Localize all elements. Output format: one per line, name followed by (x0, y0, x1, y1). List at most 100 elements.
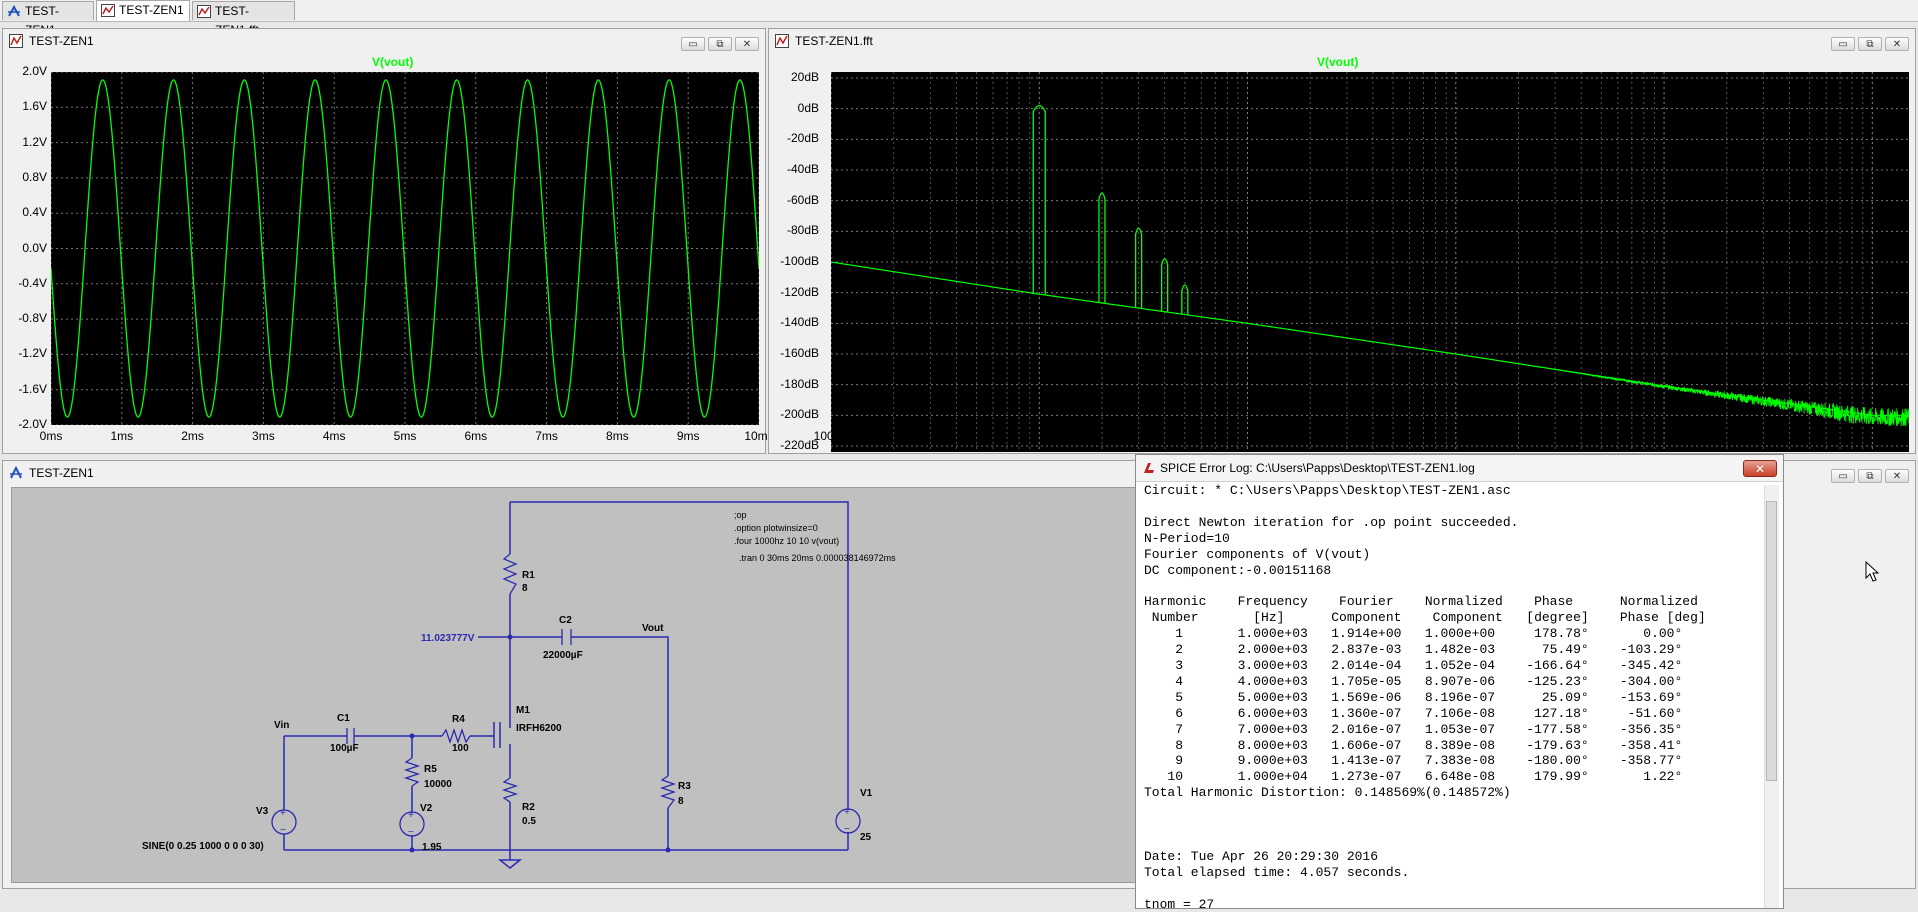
y-tick-label: 0.4V (22, 205, 47, 220)
waveform-icon (197, 5, 211, 18)
capacitor-c2 (561, 629, 572, 645)
scrollbar[interactable] (1764, 485, 1779, 908)
log-line: 10 1.000e+04 1.273e-07 6.648e-08 179.99°… (1144, 769, 1683, 785)
restore-button[interactable]: ⧉ (1858, 37, 1882, 51)
tab-waveform[interactable]: TEST-ZEN1 (96, 0, 190, 21)
y-tick-label: 0.0V (22, 240, 47, 255)
trace-name[interactable]: V(vout) (372, 55, 413, 69)
restore-button[interactable]: ⧉ (1858, 469, 1882, 483)
window-titlebar[interactable]: TEST-ZEN1 ▭ ⧉ ✕ (3, 29, 765, 53)
y-tick-label: -100dB (780, 254, 819, 268)
x-tick-label: 8ms (606, 429, 629, 443)
resistor-r5 (403, 757, 421, 787)
v1-value: 25 (860, 832, 872, 843)
log-line: Date: Tue Apr 26 20:29:30 2016 (1144, 848, 1379, 864)
close-button[interactable]: ✕ (1743, 460, 1777, 477)
y-tick-label: -0.4V (18, 275, 47, 290)
log-line: Fourier components of V(vout) (1144, 546, 1371, 562)
window-titlebar[interactable]: TEST-ZEN1.fft ▭ ⧉ ✕ (769, 29, 1915, 53)
directive-four: .four 1000hz 10 10 v(vout) (734, 536, 840, 546)
y-tick-label: -200dB (780, 407, 819, 422)
c1-value: 100µF (330, 743, 359, 754)
v2-label: V2 (420, 803, 433, 814)
spice-directives[interactable]: ;op .option plotwinsize=0 .four 1000hz 1… (734, 509, 896, 565)
y-tick-label: -120dB (780, 284, 819, 299)
x-tick-label: 5ms (393, 429, 417, 443)
r2-label: R2 (522, 802, 535, 813)
scrollbar-thumb[interactable] (1766, 501, 1777, 781)
r4-value: 100 (452, 743, 469, 754)
v3-value: SINE(0 0.25 1000 0 0 0 30) (142, 841, 264, 852)
y-tick-label: 20dB (790, 70, 819, 84)
log-titlebar[interactable]: SPICE Error Log: C:\Users\Papps\Desktop\… (1136, 455, 1783, 482)
minimize-button[interactable]: ▭ (1831, 37, 1855, 51)
log-line: 4 4.000e+03 1.705e-05 8.907e-06 -125.23°… (1144, 673, 1683, 689)
time-plot-area[interactable] (51, 72, 759, 425)
c2-label: C2 (559, 615, 572, 626)
m1-label: M1 (516, 705, 530, 716)
window-title: TEST-ZEN1 (29, 34, 94, 48)
svg-text:+: + (844, 807, 850, 818)
schematic-icon (8, 5, 20, 17)
window-title: TEST-ZEN1 (29, 466, 94, 480)
harmonic-peak (1181, 284, 1189, 315)
log-line: 7 7.000e+03 2.016e-07 1.053e-07 -177.58°… (1144, 721, 1683, 737)
directive-op: ;op (734, 510, 747, 520)
minimize-button[interactable]: ▭ (1831, 469, 1855, 483)
y-tick-label: -1.6V (18, 381, 47, 396)
resistor-r4 (441, 727, 471, 745)
tab-schematic[interactable]: TEST-ZEN1 (2, 1, 94, 37)
log-line: Harmonic Frequency Fourier Normalized Ph… (1144, 594, 1698, 610)
c2-value: 22000µF (543, 650, 583, 661)
y-tick-label: -140dB (780, 315, 819, 330)
y-tick-label: -80dB (786, 223, 819, 238)
directive-option: .option plotwinsize=0 (734, 523, 818, 533)
log-line: 8 8.000e+03 1.606e-07 8.389e-08 -179.63°… (1144, 737, 1683, 753)
log-line: Number [Hz] Component Component [degree]… (1144, 610, 1706, 626)
document-tab-bar: TEST-ZEN1 TEST-ZEN1 TEST-ZEN1.fft (0, 0, 1918, 37)
log-line: 1 1.000e+03 1.914e+00 1.000e+00 178.78° … (1144, 626, 1683, 642)
tab-fft[interactable]: TEST-ZEN1.fft (192, 1, 295, 37)
resistor-r2 (501, 777, 519, 803)
log-line: 2 2.000e+03 2.837e-03 1.482e-03 75.49° -… (1144, 642, 1683, 658)
log-line: N-Period=10 (1144, 530, 1230, 546)
net-label-vout: Vout (642, 623, 664, 634)
x-tick-label: 7ms (535, 429, 558, 443)
log-title: SPICE Error Log: C:\Users\Papps\Desktop\… (1160, 461, 1475, 475)
y-tick-label: -1.2V (18, 346, 47, 361)
restore-button[interactable]: ⧉ (708, 37, 732, 51)
svg-text:+: + (408, 810, 414, 821)
fft-plot-area[interactable] (831, 72, 1909, 452)
y-tick-label: 2.0V (22, 64, 47, 78)
schematic-canvas[interactable]: + − + − + − R1 8 C2 22000µF 11.023777V Vout… (11, 487, 1139, 883)
y-tick-label: -40dB (786, 162, 819, 176)
log-content[interactable]: Circuit: * C:\Users\Papps\Desktop\TEST-Z… (1144, 483, 1706, 912)
spice-error-log-window: SPICE Error Log: C:\Users\Papps\Desktop\… (1135, 454, 1784, 912)
trace-name[interactable]: V(vout) (1317, 55, 1358, 69)
r4-label: R4 (452, 714, 465, 725)
y-tick-label: -0.8V (18, 311, 47, 326)
close-button[interactable]: ✕ (735, 37, 759, 51)
tab-label: TEST-ZEN1 (119, 3, 184, 17)
close-button[interactable]: ✕ (1885, 37, 1909, 51)
x-tick-label: 2ms (181, 429, 204, 443)
x-tick-label: 9ms (676, 429, 700, 443)
y-tick-label: 1.6V (22, 99, 47, 114)
minimize-button[interactable]: ▭ (681, 37, 705, 51)
fft-chart-svg (831, 72, 1909, 452)
close-button[interactable]: ✕ (1885, 469, 1909, 483)
window-title: TEST-ZEN1.fft (795, 34, 873, 48)
log-line: Direct Newton iteration for .op point su… (1144, 514, 1519, 530)
x-tick-label: 3ms (252, 429, 275, 443)
y-tick-label: 1.2V (22, 134, 47, 149)
svg-text:−: − (844, 824, 850, 835)
x-tick-label: 6ms (464, 429, 488, 443)
y-tick-label: -180dB (780, 376, 819, 391)
mouse-cursor-icon (1865, 561, 1880, 582)
svg-text:−: − (408, 827, 414, 838)
y-tick-label: -60dB (786, 192, 819, 207)
schematic-icon (10, 466, 22, 479)
